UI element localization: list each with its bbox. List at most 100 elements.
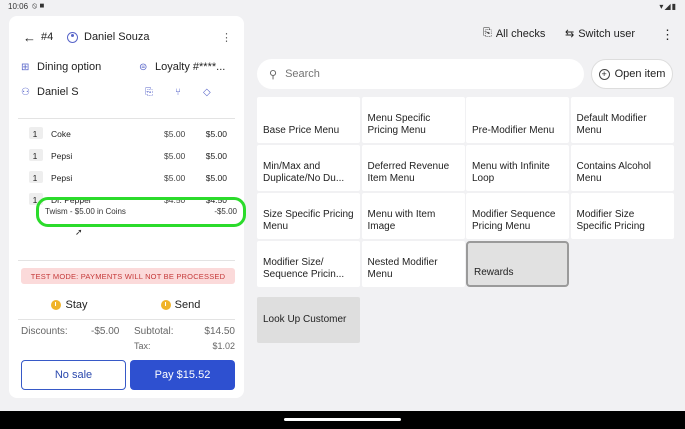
menu-tile[interactable]: Menu Specific Pricing Menu [361, 97, 465, 143]
dining-option-button[interactable]: Dining option [37, 61, 101, 73]
open-item-button[interactable]: + Open item [591, 59, 673, 89]
loyalty-label: Loyalty #****... [155, 61, 226, 73]
item-total: $5.00 [205, 173, 227, 183]
menu-tile[interactable]: Modifier Sequence Pricing Menu [466, 193, 569, 239]
menu-tile[interactable]: Modifier Size Specific Pricing [570, 193, 674, 239]
no-sale-button[interactable]: No sale [21, 360, 126, 390]
check-more-icon[interactable]: ⋮ [221, 31, 232, 44]
item-name: Pepsi [51, 173, 73, 183]
customer-icon: ⚇ [21, 86, 30, 98]
menu-tile-label: Contains Alcohol Menu [576, 161, 652, 184]
mouse-cursor-icon: ➚ [75, 227, 83, 237]
item-qty: 1 [32, 129, 38, 139]
customer-name[interactable]: Daniel S [37, 86, 79, 98]
menu-tile[interactable]: Menu with Infinite Loop [466, 145, 569, 191]
look-up-customer-label: Look Up Customer [263, 314, 347, 325]
stay-button[interactable]: Stay [14, 296, 125, 314]
status-left: 10:06 ⦸ ■ [8, 1, 45, 11]
item-qty: 1 [32, 173, 38, 183]
switch-user-label: Switch user [578, 27, 636, 40]
check-header: ← #4 Daniel Souza ⋮ [23, 29, 232, 45]
subtotal-label: Subtotal: [134, 326, 174, 337]
menu-tile-label: Base Price Menu [263, 125, 340, 136]
menu-tile-label: Min/Max and Duplicate/No Du... [263, 161, 345, 184]
modifier-total: -$5.00 [214, 207, 237, 216]
server-name[interactable]: Daniel Souza [84, 31, 149, 43]
item-name: Pepsi [51, 151, 73, 161]
tax-label: Tax: [134, 341, 151, 351]
item-price: $5.00 [164, 173, 186, 183]
receipt-icon[interactable]: ⎘ [145, 87, 153, 98]
status-time: 10:06 [8, 1, 29, 11]
server-icon [67, 31, 78, 43]
dining-option-icon: ⊞ [21, 61, 30, 73]
menu-tile[interactable]: Base Price Menu [257, 97, 360, 143]
plus-circle-icon: + [598, 68, 610, 80]
search-bar[interactable]: ⚲ [257, 59, 584, 89]
check-options-row: ⊞ Dining option ⊜ Loyalty #****... [21, 59, 234, 75]
item-qty: 1 [32, 151, 38, 161]
menu-tile-label: Modifier Sequence Pricing Menu [472, 209, 556, 232]
search-icon: ⚲ [269, 68, 278, 81]
menu-tile[interactable]: Modifier Size/ Sequence Pricin... [257, 241, 360, 287]
check-action-icons: ⎘ ⑂ ◇ [145, 87, 211, 98]
all-checks-button[interactable]: ⎘ All checks [483, 27, 545, 40]
modifier-row-highlight[interactable]: Twism - $5.00 in Coins -$5.00 [36, 197, 246, 227]
modifier-name: Twism - $5.00 in Coins [45, 207, 126, 216]
menu-tile-label: Menu with Infinite Loop [472, 161, 550, 184]
menu-tile-label: Menu Specific Pricing Menu [367, 113, 431, 136]
tag-icon[interactable]: ◇ [203, 87, 211, 98]
item-total: $5.00 [205, 129, 227, 139]
more-options-icon[interactable]: ⋮ [661, 27, 674, 43]
check-number: #4 [41, 31, 54, 43]
item-price: $5.00 [164, 129, 186, 139]
status-system-icons: ▾◢▮ [659, 2, 677, 11]
look-up-customer-button[interactable]: Look Up Customer [257, 297, 360, 343]
menu-tile-label: Modifier Size Specific Pricing [576, 209, 645, 232]
tax-value: $1.02 [212, 341, 235, 351]
order-actions: Stay Send [14, 296, 236, 314]
menu-tile[interactable]: Nested Modifier Menu [361, 241, 465, 287]
divider [18, 260, 235, 261]
test-mode-banner: TEST MODE: PAYMENTS WILL NOT BE PROCESSE… [21, 268, 235, 284]
menu-tile[interactable]: Menu with Item Image [361, 193, 465, 239]
send-button[interactable]: Send [125, 296, 236, 314]
item-name: Coke [51, 129, 71, 139]
back-arrow-icon[interactable]: ← [23, 30, 41, 45]
menu-tile-label: Size Specific Pricing Menu [263, 209, 354, 232]
menu-tile-label: Menu with Item Image [367, 209, 436, 232]
menu-tile[interactable]: Default Modifier Menu [570, 97, 674, 143]
menu-tile-label: Default Modifier Menu [576, 113, 647, 136]
clock-icon [51, 300, 62, 310]
loyalty-button[interactable]: ⊜ Loyalty #****... [139, 61, 225, 73]
menu-tile-label: Nested Modifier Menu [367, 257, 438, 280]
divider [18, 118, 235, 119]
split-icon[interactable]: ⑂ [175, 87, 181, 98]
check-item-row[interactable]: 1 Pepsi $5.00 $5.00 [18, 166, 235, 188]
check-item-row[interactable]: 1 Coke $5.00 $5.00 [18, 122, 235, 144]
status-notification-icons: ⦸ ■ [32, 1, 45, 10]
check-item-row[interactable]: 1 Pepsi $5.00 $5.00 [18, 144, 235, 166]
send-label: Send [174, 299, 201, 311]
search-input[interactable] [285, 68, 566, 80]
checks-icon: ⎘ [483, 27, 492, 39]
menu-tile[interactable]: Min/Max and Duplicate/No Du... [257, 145, 360, 191]
menu-tile[interactable]: Deferred Revenue Item Menu [361, 145, 465, 191]
menu-tile[interactable]: Pre-Modifier Menu [466, 97, 569, 143]
rewards-tile[interactable]: Rewards [466, 241, 569, 287]
open-item-label: Open item [614, 68, 666, 80]
menu-tile[interactable]: Contains Alcohol Menu [570, 145, 674, 191]
discounts-value: -$5.00 [91, 326, 120, 337]
subtotal-value: $14.50 [204, 326, 235, 337]
menu-tile[interactable]: Size Specific Pricing Menu [257, 193, 360, 239]
home-gesture-handle[interactable] [284, 418, 401, 421]
stay-label: Stay [65, 299, 88, 311]
switch-user-button[interactable]: ⇆ Switch user [565, 27, 636, 41]
navigation-bar [0, 411, 685, 429]
switch-icon: ⇆ [565, 28, 575, 40]
menu-tile-label: Deferred Revenue Item Menu [367, 161, 450, 184]
item-total: $5.00 [205, 151, 227, 161]
menu-tile-label: Modifier Size/ Sequence Pricin... [263, 257, 345, 280]
pay-button[interactable]: Pay $15.52 [130, 360, 235, 390]
clock-icon [160, 300, 171, 310]
